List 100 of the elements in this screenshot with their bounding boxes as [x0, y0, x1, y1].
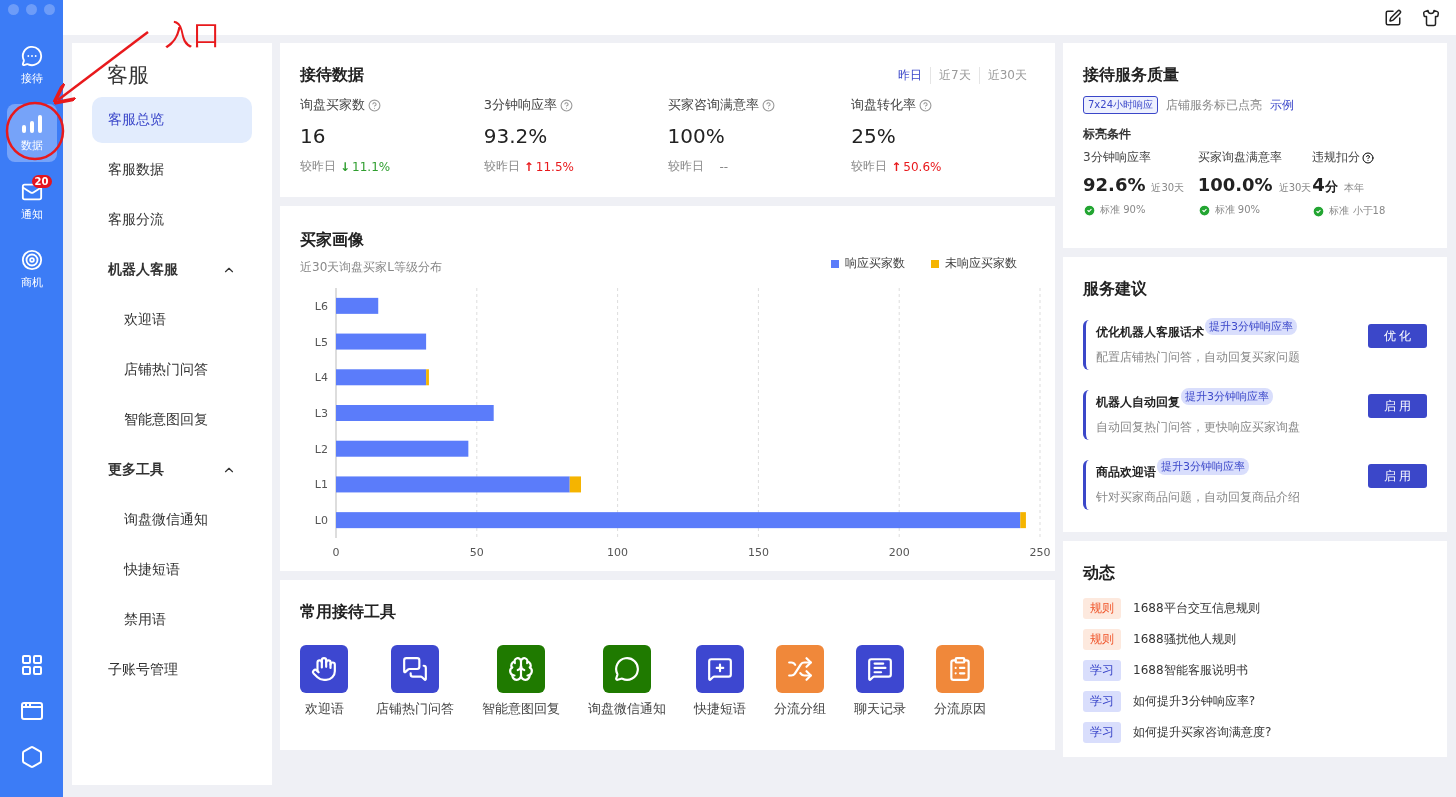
- metric-value: 92.6%: [1083, 174, 1146, 195]
- tool-icon[interactable]: [696, 645, 744, 693]
- chart-subtitle: 近30天询盘买家L等级分布: [300, 259, 442, 276]
- nav-item[interactable]: 欢迎语: [92, 297, 252, 343]
- chat-bubble-icon: [20, 44, 43, 67]
- metric-label: 询盘转化率: [851, 96, 917, 114]
- metric-label: 买家咨询满意率: [667, 96, 759, 114]
- action-button[interactable]: 优 化: [1368, 324, 1427, 348]
- count-badge: 20: [31, 175, 52, 188]
- tool-label[interactable]: 分流原因: [934, 700, 986, 718]
- suggestion-desc: 自动回复热门问答，更快响应买家询盘: [1096, 419, 1300, 436]
- standard-label: 标准 90%: [1100, 203, 1146, 217]
- chat-bubble-icon: [614, 656, 640, 682]
- metric-delta: --: [719, 159, 729, 174]
- nav-item[interactable]: 更多工具: [92, 447, 252, 493]
- metric-label: 买家询盘满意率: [1197, 149, 1282, 166]
- compare-label: 较昨日: [851, 158, 888, 175]
- standard-label: 标准 小于18: [1329, 204, 1386, 218]
- nav-item[interactable]: 客服总览: [92, 97, 252, 143]
- tool-label[interactable]: 询盘微信通知: [588, 700, 666, 718]
- news-link[interactable]: 1688平台交互信息规则: [1133, 600, 1260, 617]
- rail-item[interactable]: 通知 20: [6, 172, 57, 230]
- nav-item[interactable]: 机器人客服: [92, 247, 252, 293]
- axis-label: 150: [747, 546, 769, 559]
- message-plus-icon: [707, 656, 733, 682]
- tool-label[interactable]: 聊天记录: [854, 700, 906, 718]
- metric-delta: 11.5%: [535, 159, 574, 174]
- action-button[interactable]: 启 用: [1368, 394, 1427, 418]
- settings-icon[interactable]: [19, 745, 44, 769]
- nav-item[interactable]: 询盘微信通知: [92, 497, 252, 543]
- tool-label[interactable]: 欢迎语: [304, 700, 344, 718]
- period-label: 近30天: [1278, 181, 1312, 195]
- shirt-icon[interactable]: [1422, 8, 1440, 27]
- card-title: 买家画像: [300, 230, 365, 251]
- metric-delta: 11.1%: [352, 159, 391, 174]
- suggestion-desc: 针对买家商品问题，自动回复商品介绍: [1096, 489, 1300, 506]
- nav-item[interactable]: 智能意图回复: [92, 397, 252, 443]
- news-link[interactable]: 如何提升买家咨询满意度?: [1133, 724, 1272, 741]
- axis-label: 50: [469, 546, 484, 559]
- hand-icon: [311, 656, 337, 682]
- nav-item[interactable]: 禁用语: [92, 597, 252, 643]
- metric-value: 93.2%: [483, 124, 549, 148]
- window-icon[interactable]: [19, 699, 44, 723]
- axis-label: 250: [1029, 546, 1050, 559]
- target-icon: [20, 248, 43, 271]
- nav-item[interactable]: 客服数据: [92, 147, 252, 193]
- trend-arrow: ↑: [891, 159, 902, 174]
- section-title: 标亮条件: [1083, 126, 1132, 143]
- category-tag: 规则: [1083, 598, 1121, 619]
- annotation-label: 入口: [165, 17, 221, 53]
- rail-item[interactable]: 商机: [6, 240, 57, 298]
- action-button[interactable]: 启 用: [1368, 464, 1427, 488]
- metric-delta: 50.6%: [903, 159, 942, 174]
- metric-value: 4分: [1312, 174, 1338, 196]
- shuffle-icon: [787, 656, 813, 682]
- suggestion-title: 商品欢迎语: [1096, 464, 1156, 481]
- axis-label: 0: [332, 546, 340, 559]
- compare-label: 较昨日: [667, 158, 704, 175]
- nav-item[interactable]: 子账号管理: [92, 647, 252, 693]
- nav-item[interactable]: 客服分流: [92, 197, 252, 243]
- tool-icon[interactable]: [391, 645, 439, 693]
- axis-label: 200: [888, 546, 910, 559]
- suggestion-desc: 配置店铺热门问答，自动回复买家问题: [1096, 349, 1300, 366]
- example-link[interactable]: 示例: [1270, 96, 1294, 114]
- tool-icon[interactable]: [497, 645, 545, 693]
- trend-arrow: ↓: [340, 159, 351, 174]
- rail-item[interactable]: 接待: [6, 36, 57, 94]
- axis-label: L3: [314, 407, 328, 420]
- brain-icon: [508, 656, 534, 682]
- period-tab[interactable]: 昨日: [890, 67, 931, 84]
- suggestion-title: 机器人自动回复: [1096, 394, 1180, 411]
- category-tag: 规则: [1083, 629, 1121, 650]
- help-icon[interactable]: [1362, 151, 1375, 164]
- annotation-circle: [5, 101, 65, 161]
- news-link[interactable]: 1688智能客服说明书: [1133, 662, 1248, 679]
- nav-item[interactable]: 店铺热门问答: [92, 347, 252, 393]
- axis-label: L6: [314, 299, 328, 313]
- edit-icon[interactable]: [1384, 8, 1402, 27]
- grid-icon[interactable]: [19, 653, 44, 677]
- card-title: 接待服务质量: [1083, 65, 1180, 86]
- compare-label: 较昨日: [483, 158, 520, 175]
- tool-label[interactable]: 智能意图回复: [482, 700, 560, 718]
- tool-label[interactable]: 店铺热门问答: [376, 700, 454, 718]
- tool-icon[interactable]: [603, 645, 651, 693]
- axis-label: L4: [314, 371, 328, 385]
- news-link[interactable]: 如何提升3分钟响应率?: [1133, 693, 1255, 710]
- nav-title: 客服: [106, 62, 150, 89]
- metric-value: 100%: [667, 124, 726, 148]
- bar-chart-icon: [20, 113, 43, 134]
- compare-label: 较昨日: [300, 158, 336, 175]
- metric-label: 违规扣分: [1312, 149, 1361, 166]
- suggestion-tag: 提升3分钟响应率: [1157, 458, 1249, 475]
- news-link[interactable]: 1688骚扰他人规则: [1133, 631, 1236, 648]
- nav-item[interactable]: 快捷短语: [92, 547, 252, 593]
- tool-label[interactable]: 快捷短语: [694, 700, 746, 718]
- tool-label[interactable]: 分流分组: [774, 700, 826, 718]
- axis-label: 100: [607, 546, 629, 559]
- axis-label: L1: [314, 478, 328, 492]
- tool-icon[interactable]: [300, 645, 348, 693]
- tool-icon[interactable]: [856, 645, 904, 693]
